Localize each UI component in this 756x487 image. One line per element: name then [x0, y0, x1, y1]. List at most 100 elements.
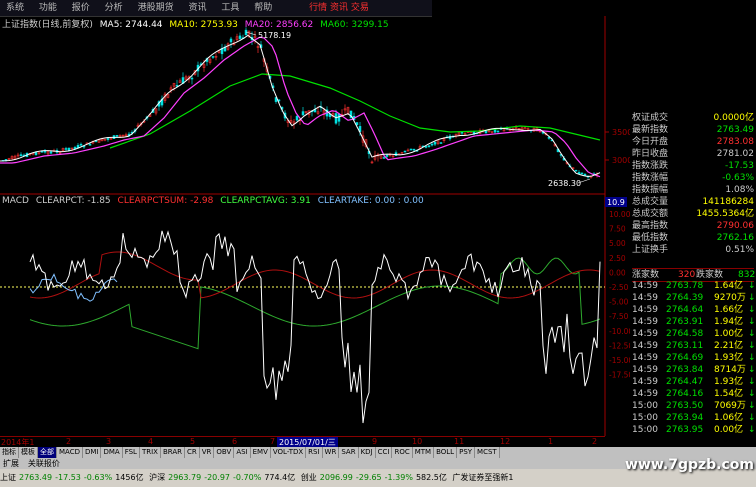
indicator-tab[interactable]: RSI	[306, 447, 323, 458]
indicator-tab[interactable]: TRIX	[140, 447, 161, 458]
menu-tools[interactable]: 工具	[215, 0, 245, 16]
tick-arrow-icon: ↓	[748, 329, 756, 339]
candle-body	[508, 129, 512, 132]
indicator-tab[interactable]: ASI	[234, 447, 251, 458]
quote-value: 2790.06	[716, 221, 754, 231]
time-axis-label: 3	[106, 437, 112, 446]
time-axis-label: 7	[270, 437, 276, 446]
quote-panel: 权证成交 0.0000亿 最新指数 2763.49 今日开盘 2783.08 昨日收盘 278…	[630, 112, 756, 442]
quote-label: 最低指数	[632, 233, 669, 243]
tick-volume: 1.06亿	[714, 413, 744, 423]
candle-body	[49, 151, 53, 154]
tick-volume: 8714万	[714, 365, 746, 375]
time-axis-label: 11	[454, 437, 465, 446]
tick-arrow-icon: ↓	[748, 413, 756, 423]
indicator-tab[interactable]: SAR	[339, 447, 359, 458]
menu-hk-futures[interactable]: 港股期货	[132, 0, 180, 16]
tick-price: 2763.84	[666, 365, 704, 375]
tick-time: 14:59	[632, 377, 658, 387]
macd-y-tick: -12.50	[609, 341, 630, 350]
quote-label: 指数振幅	[632, 185, 669, 195]
status-sh-change: -17.53	[55, 473, 81, 482]
indicator-tab[interactable]: PSY	[457, 447, 476, 458]
indicator-tab[interactable]: WR	[323, 447, 340, 458]
indicator-tab[interactable]: ROC	[392, 447, 413, 458]
indicator-tab[interactable]: BRAR	[161, 447, 185, 458]
indicator-tab[interactable]: 模板	[19, 447, 38, 458]
candle-body	[433, 142, 437, 145]
tick-price: 2763.11	[666, 341, 704, 351]
indicator-tab[interactable]: DMA	[101, 447, 123, 458]
indicator-tab[interactable]: BOLL	[434, 447, 458, 458]
tick-arrow-icon: ↓	[748, 305, 756, 315]
tick-price: 2764.47	[666, 377, 704, 387]
menu-function[interactable]: 功能	[33, 0, 63, 16]
menu-system[interactable]: 系统	[0, 0, 30, 16]
tab-related-quote[interactable]: 关联报价	[25, 458, 63, 469]
indicator-tab[interactable]: MACD	[57, 447, 83, 458]
indicator-tab[interactable]: MCST	[475, 447, 500, 458]
macd-y-tick: -10.00	[609, 327, 630, 336]
indicator-tab[interactable]: MTM	[413, 447, 435, 458]
menu-extra[interactable]: 行情 资讯 交易	[303, 0, 375, 16]
clearpctsum-value: CLEARPCTSUM: -2.98	[117, 196, 214, 206]
quote-row: 昨日收盘 2781.02	[632, 148, 754, 160]
menu-quote[interactable]: 报价	[66, 0, 96, 16]
indicator-tab[interactable]: KDJ	[359, 447, 376, 458]
candle-body	[211, 56, 215, 58]
tick-time: 14:59	[632, 317, 658, 327]
menu-news[interactable]: 资讯	[182, 0, 212, 16]
candle-body	[403, 150, 407, 153]
candle-body	[88, 143, 92, 146]
macd-y-tick: -2.50	[609, 283, 629, 292]
tick-row: 14:59 2764.39 9270万 ↓	[632, 292, 756, 304]
tick-row: 14:59 2763.84 8714万 ↓	[632, 364, 756, 376]
tick-volume: 2.21亿	[714, 341, 744, 351]
indicator-tab[interactable]: FSL	[123, 447, 140, 458]
macd-title: MACD	[2, 196, 29, 206]
candle-body	[106, 138, 110, 140]
indicator-tab[interactable]: EMV	[251, 447, 271, 458]
kline-y-axis: 3500 3000	[605, 128, 630, 165]
indicator-tab[interactable]: 指标	[0, 447, 19, 458]
chart-area[interactable]: 3500 3000 10.00 7.50 5.00 2.50 0.00 -2.50 -5.00…	[0, 16, 630, 436]
candle-body	[115, 135, 119, 137]
tick-row: 15:00 2763.94 1.06亿 ↓	[632, 412, 756, 424]
indicator-tab[interactable]: OBV	[214, 447, 235, 458]
candle-body	[574, 169, 578, 172]
tick-price: 2763.50	[666, 401, 704, 411]
indicator-tab[interactable]: 全部	[38, 447, 57, 458]
indicator-tab[interactable]: DMI	[83, 447, 102, 458]
quote-value: -0.63%	[722, 173, 754, 183]
candle-body	[460, 132, 464, 134]
tick-price: 2764.39	[666, 293, 704, 303]
candle-body	[79, 143, 83, 146]
tick-row: 14:59 2763.78 1.64亿 ↓	[632, 280, 756, 292]
time-axis-label: 2	[66, 437, 72, 446]
time-axis-label: 4	[148, 437, 154, 446]
status-hs-name: 沪深	[149, 473, 166, 482]
tick-arrow-icon: ↓	[748, 293, 756, 303]
candle-body	[244, 29, 248, 36]
quote-label: 上证换手	[632, 245, 669, 255]
indicator-tab[interactable]: CR	[185, 447, 200, 458]
tick-price: 2763.91	[666, 317, 704, 327]
indicator-tab[interactable]: VR	[200, 447, 215, 458]
candle-body	[424, 146, 428, 148]
tick-row: 14:59 2764.16 1.54亿 ↓	[632, 388, 756, 400]
candle-body	[295, 115, 299, 121]
macd-y-axis: 10.00 7.50 5.00 2.50 0.00 -2.50 -5.00 -7.50 -10.…	[609, 210, 630, 380]
status-hs-change: -20.97	[204, 473, 230, 482]
indicator-tab[interactable]: CCI	[376, 447, 393, 458]
macd-y-tick: 5.00	[609, 239, 626, 248]
indicator-tab[interactable]: VOL-TDX	[271, 447, 307, 458]
quote-label: 总成交量	[632, 197, 669, 207]
menu-analysis[interactable]: 分析	[99, 0, 129, 16]
menu-help[interactable]: 帮助	[248, 0, 278, 16]
candle-body	[64, 148, 68, 150]
tick-volume: 0.00亿	[714, 425, 744, 435]
candle-body	[430, 143, 434, 146]
tick-time: 15:00	[632, 413, 658, 423]
menu-bar: 系统 功能 报价 分析 港股期货 资讯 工具 帮助 行情 资讯 交易	[0, 0, 432, 17]
tab-extend[interactable]: 扩展	[0, 458, 22, 469]
